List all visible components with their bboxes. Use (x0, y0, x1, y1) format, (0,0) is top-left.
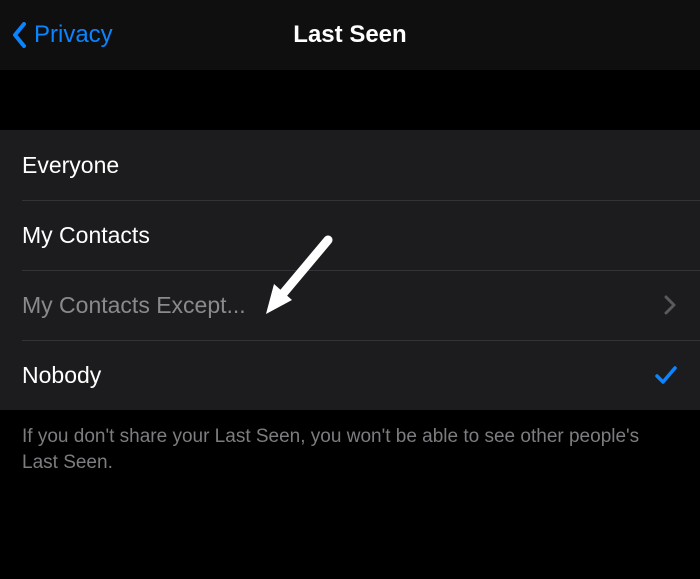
chevron-right-icon (662, 293, 678, 317)
option-everyone[interactable]: Everyone (0, 130, 700, 200)
options-list: Everyone My Contacts My Contacts Except.… (0, 130, 700, 410)
spacer (0, 70, 700, 130)
back-button[interactable]: Privacy (10, 20, 113, 50)
option-label: Everyone (22, 152, 119, 179)
back-label: Privacy (34, 21, 113, 49)
option-my-contacts-except[interactable]: My Contacts Except... (0, 270, 700, 340)
footer-note: If you don't share your Last Seen, you w… (0, 410, 700, 489)
option-label: My Contacts (22, 222, 150, 249)
chevron-left-icon (10, 20, 30, 50)
option-label: My Contacts Except... (22, 292, 246, 319)
page-title: Last Seen (293, 21, 406, 49)
nav-bar: Privacy Last Seen (0, 0, 700, 70)
option-my-contacts[interactable]: My Contacts (0, 200, 700, 270)
option-nobody[interactable]: Nobody (0, 340, 700, 410)
option-label: Nobody (22, 362, 101, 389)
checkmark-icon (654, 363, 678, 387)
